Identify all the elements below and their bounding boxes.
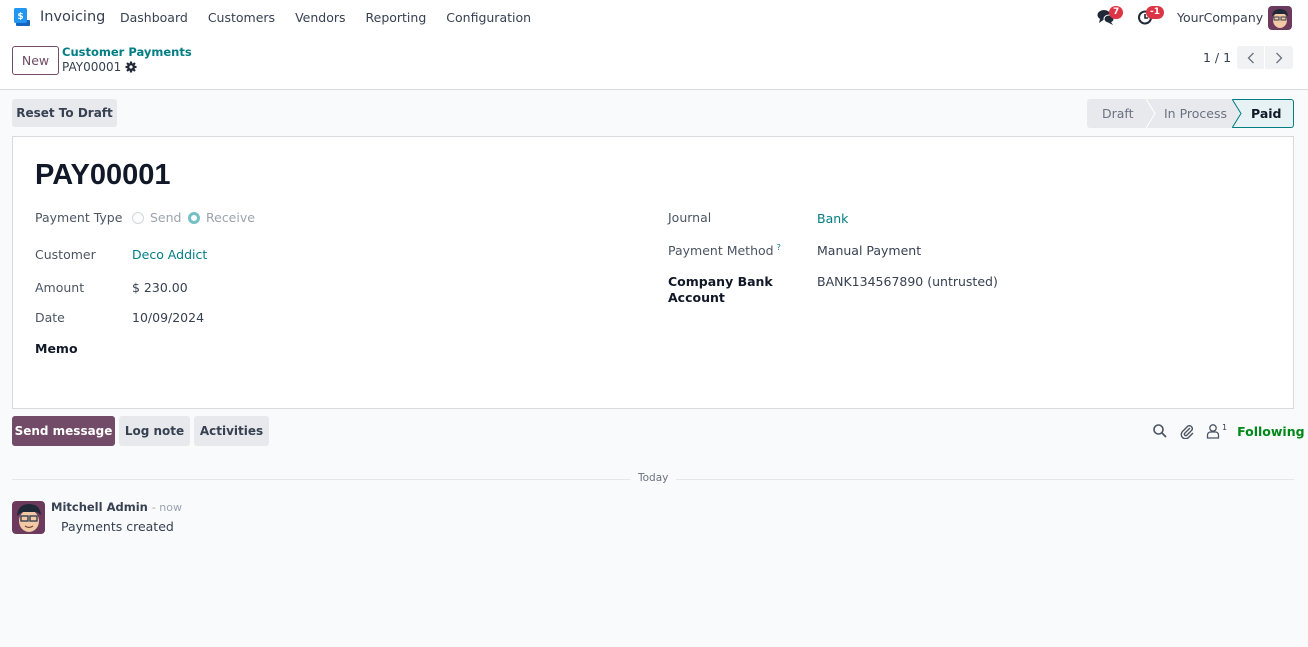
chevron-right-icon: [1276, 52, 1283, 63]
pager-next-button[interactable]: [1265, 46, 1293, 69]
control-panel: New Customer Payments PAY00001 1 / 1: [0, 35, 1308, 90]
user-avatar[interactable]: [1268, 6, 1292, 30]
stage-in-process[interactable]: In Process: [1147, 99, 1242, 128]
memo-label: Memo: [35, 341, 78, 356]
following-button[interactable]: Following: [1237, 424, 1304, 439]
payment-method-label: Payment Method?: [668, 243, 781, 258]
send-message-button[interactable]: Send message: [12, 416, 115, 446]
message-time: - now: [151, 501, 183, 514]
date-divider-left: [12, 479, 630, 480]
stage-paid-label: Paid: [1251, 106, 1282, 121]
company-bank-account-label-line1: Company Bank: [668, 274, 773, 289]
customer-label: Customer: [35, 247, 96, 262]
company-bank-account-label-line2: Account: [668, 290, 725, 305]
stage-in-process-label: In Process: [1164, 106, 1228, 121]
date-divider-right: [676, 479, 1294, 480]
chatter-toolbar: 1 Following: [1152, 423, 1305, 439]
new-button[interactable]: New: [12, 46, 59, 75]
paperclip-icon[interactable]: [1179, 423, 1195, 439]
message-author-name[interactable]: Mitchell Admin: [51, 500, 148, 514]
payment-type-send-option[interactable]: Send: [132, 210, 181, 225]
breadcrumb-current-label: PAY00001: [62, 60, 122, 74]
pager-value[interactable]: 1 / 1: [1203, 50, 1231, 65]
search-icon[interactable]: [1152, 423, 1168, 439]
stage-paid[interactable]: Paid: [1233, 99, 1294, 128]
radio-send[interactable]: [132, 211, 144, 224]
menu-vendors[interactable]: Vendors: [295, 10, 345, 25]
journal-label: Journal: [668, 210, 712, 225]
payment-method-label-text: Payment Method: [668, 243, 774, 259]
message-author: Mitchell Admin - now: [51, 500, 182, 514]
followers-count: 1: [1222, 422, 1228, 432]
stage-separator: [1146, 99, 1156, 128]
form-sheet: PAY00001 Payment Type Send Receive Custo…: [12, 136, 1294, 409]
radio-receive[interactable]: [188, 211, 200, 224]
payment-type-label: Payment Type: [35, 210, 123, 225]
amount-label: Amount: [35, 280, 85, 295]
date-field[interactable]: 10/09/2024: [132, 310, 204, 325]
invoicing-app-icon[interactable]: $: [12, 8, 30, 26]
stage-draft-label: Draft: [1102, 106, 1134, 121]
journal-field[interactable]: Bank: [817, 211, 848, 226]
company-bank-account-label: Company Bank Account: [668, 274, 773, 307]
main-menu: Dashboard Customers Vendors Reporting Co…: [110, 10, 541, 25]
log-note-button[interactable]: Log note: [119, 416, 190, 446]
pager-previous-button[interactable]: [1237, 46, 1265, 69]
breadcrumb-current: PAY00001: [62, 60, 137, 74]
pager-buttons: [1237, 46, 1293, 69]
svg-text:$: $: [17, 12, 23, 22]
menu-reporting[interactable]: Reporting: [366, 10, 427, 25]
radio-receive-label: Receive: [206, 210, 255, 225]
menu-customers[interactable]: Customers: [208, 10, 275, 25]
gear-icon[interactable]: [125, 61, 137, 73]
activities-badge: -1: [1146, 6, 1164, 19]
menu-dashboard[interactable]: Dashboard: [120, 10, 188, 25]
company-switcher[interactable]: YourCompany: [1177, 10, 1263, 25]
company-bank-account-field[interactable]: BANK134567890 (untrusted): [817, 274, 998, 289]
messages-badge: 7: [1109, 6, 1124, 19]
record-title: PAY00001: [35, 159, 171, 191]
message-body: Payments created: [61, 519, 174, 534]
help-tooltip-icon[interactable]: ?: [777, 243, 781, 252]
status-bar: Draft In Process Paid: [1087, 99, 1294, 128]
chevron-left-icon: [1247, 52, 1254, 63]
payment-type-receive-option[interactable]: Receive: [188, 210, 255, 225]
stage-separator: [1232, 99, 1242, 128]
customer-field[interactable]: Deco Addict: [132, 247, 207, 262]
message-author-avatar[interactable]: [12, 501, 45, 534]
amount-field[interactable]: $ 230.00: [132, 280, 188, 295]
breadcrumb-parent[interactable]: Customer Payments: [62, 45, 192, 59]
activities-button[interactable]: Activities: [194, 416, 269, 446]
menu-configuration[interactable]: Configuration: [446, 10, 531, 25]
stage-draft[interactable]: Draft: [1087, 99, 1156, 128]
reset-to-draft-button[interactable]: Reset To Draft: [12, 99, 117, 127]
date-separator: Today: [638, 472, 669, 484]
radio-send-label: Send: [150, 210, 182, 225]
top-navbar: $ Invoicing Dashboard Customers Vendors …: [0, 0, 1308, 35]
date-label: Date: [35, 310, 65, 325]
payment-method-field[interactable]: Manual Payment: [817, 243, 921, 258]
followers-icon[interactable]: [1205, 423, 1221, 439]
app-name[interactable]: Invoicing: [40, 9, 105, 25]
